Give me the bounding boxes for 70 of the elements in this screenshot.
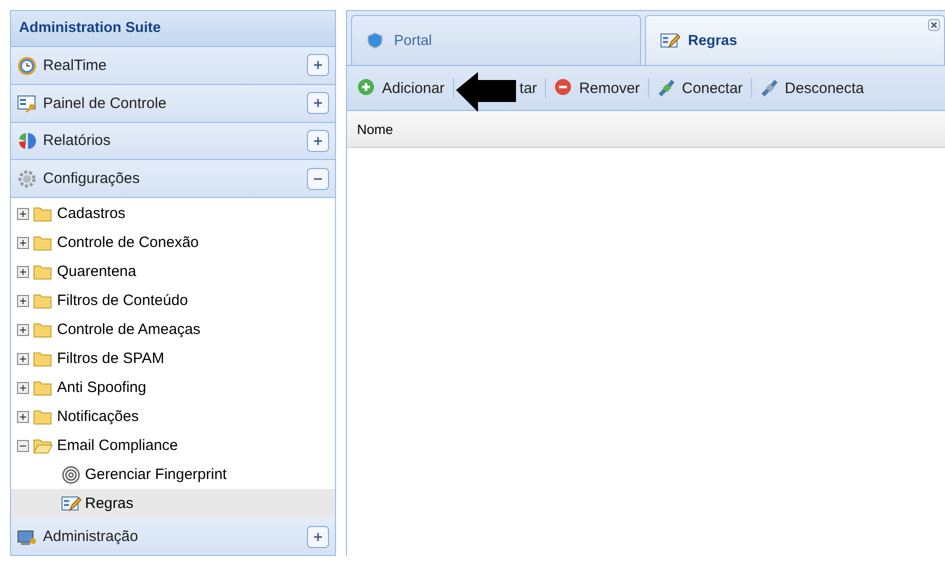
expand-button[interactable] — [307, 92, 329, 114]
toolbar-button[interactable]: Remover — [550, 78, 644, 98]
expand-icon — [17, 324, 29, 336]
expand-icon — [17, 410, 29, 423]
panel-key-icon — [17, 93, 37, 114]
form-pencil-icon — [61, 494, 81, 514]
expand-button[interactable] — [307, 130, 329, 152]
section-label: Relatórios — [43, 132, 112, 150]
tab[interactable]: Regras — [645, 15, 945, 65]
expand-button[interactable] — [307, 526, 329, 548]
tree-item[interactable]: Cadastros — [11, 199, 335, 228]
tree-item[interactable]: Filtros de SPAM — [11, 344, 335, 374]
expand-icon — [17, 236, 29, 249]
form-pencil-icon — [660, 30, 680, 50]
section-label: Administração — [43, 528, 140, 546]
accordion-header[interactable]: Administração — [11, 518, 335, 556]
plug-icon — [760, 78, 780, 98]
tree-label: Controle de Ameaças — [57, 321, 200, 338]
arrow-drawing — [456, 72, 516, 112]
section-label: RealTime — [43, 56, 108, 74]
accordion-header[interactable]: RealTime — [11, 46, 335, 85]
accordion-header[interactable]: Configurações — [11, 160, 335, 198]
fingerprint-icon — [61, 464, 81, 485]
panel-title: Administration Suite — [11, 11, 335, 47]
tree-label: Gerenciar Fingerprint — [85, 466, 227, 484]
tree-label: Filtros de Conteúdo — [57, 292, 188, 310]
tree-item[interactable]: Filtros de Conteúdo — [11, 286, 335, 316]
expand-icon — [17, 382, 29, 394]
tree-item[interactable]: Quarentena — [11, 257, 335, 286]
tree-item[interactable]: Controle de Conexão — [11, 228, 335, 258]
collapse-icon — [17, 440, 29, 452]
tree-label: Controle de Conexão — [57, 234, 199, 252]
accordion-header[interactable]: Painel de Controle — [11, 84, 335, 123]
close-icon[interactable] — [928, 19, 940, 31]
tree-label: Notificações — [57, 408, 139, 426]
column-title[interactable]: Nome — [357, 122, 394, 136]
tree-item[interactable]: Regras — [11, 489, 335, 518]
tree-label: Anti Spoofing — [57, 379, 146, 396]
expand-button[interactable] — [307, 54, 329, 76]
tree-item[interactable]: Gerenciar Fingerprint — [11, 460, 335, 490]
expand-icon — [17, 352, 29, 365]
tree-label: Quarentena — [57, 263, 136, 280]
plus-icon — [312, 59, 324, 72]
plus-icon — [312, 134, 324, 147]
toolbar-button[interactable]: tar — [516, 80, 542, 96]
tree-item[interactable]: Notificações — [11, 402, 335, 432]
tree-label: Filtros de SPAM — [57, 350, 164, 368]
expand-icon — [17, 294, 29, 307]
clock-icon — [17, 55, 37, 76]
tree-item[interactable]: Email Compliance — [11, 431, 335, 460]
gear-icon — [17, 168, 37, 189]
tree-item[interactable]: Anti Spoofing — [11, 373, 335, 402]
expand-icon — [17, 266, 29, 278]
toolbar-button[interactable]: Desconecta — [756, 78, 868, 98]
section-label: Configurações — [43, 170, 141, 188]
tree-label: Regras — [85, 495, 134, 512]
pie-chart-icon — [17, 130, 37, 151]
tree-item[interactable]: Controle de Ameaças — [11, 315, 335, 344]
toolbar-button[interactable]: Adicionar — [353, 78, 449, 98]
tree-label: Email Compliance — [57, 437, 178, 454]
plus-icon — [312, 530, 324, 543]
expand-icon — [17, 208, 29, 220]
toolbar-button[interactable]: Conectar — [652, 78, 747, 98]
add-icon — [357, 78, 377, 98]
tab[interactable]: Portal — [351, 15, 641, 65]
tree-label: Cadastros — [57, 205, 126, 222]
plus-icon — [312, 97, 324, 110]
section-label: Painel de Controle — [43, 94, 168, 112]
plug-icon — [656, 78, 677, 98]
accordion-header[interactable]: Relatórios — [11, 122, 335, 160]
